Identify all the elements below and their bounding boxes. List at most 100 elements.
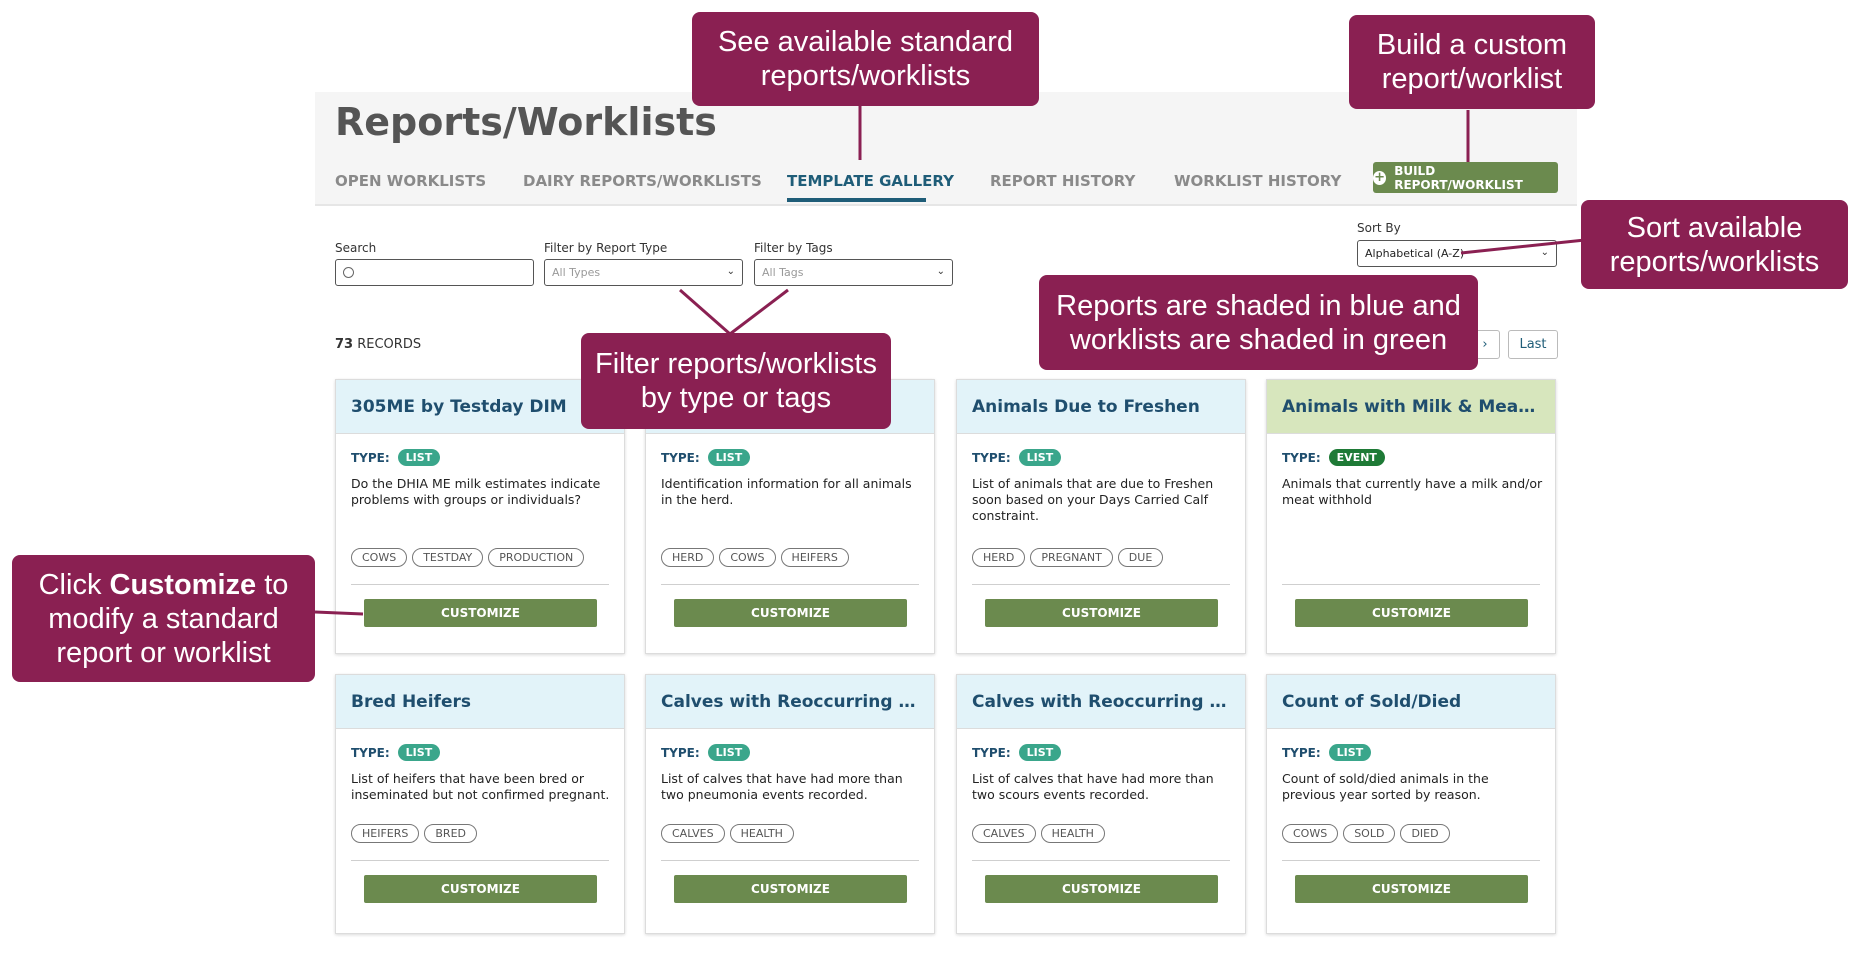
tag-chip: HERD: [972, 548, 1026, 567]
customize-button[interactable]: CUSTOMIZE: [1295, 599, 1528, 627]
card-title[interactable]: Animals with Milk & Meat Wit...: [1267, 380, 1555, 434]
card-description: Count of sold/died animals in the previo…: [1282, 771, 1489, 802]
tag-chip: PRODUCTION: [488, 548, 585, 567]
tag-chip: HEIFERS: [780, 548, 849, 567]
callout-standard-reports: See available standard reports/worklists: [692, 12, 1039, 106]
template-card: Calves with Reoccurring Pneu... TYPE: LIST…: [645, 674, 935, 934]
type-label: TYPE:: [351, 745, 390, 760]
type-label: TYPE:: [351, 450, 390, 465]
tag-chip: BRED: [424, 824, 477, 843]
search-input[interactable]: [335, 259, 534, 286]
tag-chip: DIED: [1400, 824, 1450, 843]
customize-button[interactable]: CUSTOMIZE: [985, 599, 1218, 627]
card-divider: [1282, 584, 1540, 585]
card-description: Animals that currently have a milk and/o…: [1282, 476, 1543, 507]
records-number: 73: [335, 337, 354, 352]
card-divider: [661, 584, 919, 585]
search-label: Search: [335, 241, 377, 255]
type-badge: LIST: [397, 744, 441, 761]
tab-report-history[interactable]: REPORT HISTORY: [990, 172, 1135, 190]
type-label: TYPE:: [661, 450, 700, 465]
card-description: List of animals that are due to Freshen …: [972, 476, 1214, 523]
chevron-down-icon: ⌄: [726, 266, 735, 277]
card-title[interactable]: Bred Heifers: [336, 675, 624, 729]
card-title-text: Bred Heifers: [351, 691, 471, 712]
card-type-row: TYPE: LIST: [972, 449, 1062, 466]
tag-chip: TESTDAY: [412, 548, 484, 567]
card-tags: COWS SOLD DIED: [1282, 824, 1450, 843]
card-divider: [351, 860, 609, 861]
tab-template-gallery[interactable]: TEMPLATE GALLERY: [787, 172, 954, 190]
tag-chip: PREGNANT: [1030, 548, 1113, 567]
tag-chip: SOLD: [1343, 824, 1396, 843]
card-type-row: TYPE: LIST: [972, 744, 1062, 761]
connector-line: [729, 288, 789, 336]
report-type-select[interactable]: All Types ⌄: [544, 259, 743, 286]
tag-chip: DUE: [1117, 548, 1164, 567]
search-icon: [343, 267, 354, 278]
tags-filter-label: Filter by Tags: [754, 241, 833, 255]
template-card: Calves with Reoccurring Scours TYPE: LIST L…: [956, 674, 1246, 934]
card-title-text: Animals Due to Freshen: [972, 396, 1200, 417]
card-title-text: Count of Sold/Died: [1282, 691, 1462, 712]
customize-button[interactable]: CUSTOMIZE: [674, 599, 907, 627]
callout-custom-report: Build a custom report/worklist: [1349, 15, 1595, 109]
records-count: 73 RECORDS: [335, 337, 421, 352]
tab-dairy-reports-worklists[interactable]: DAIRY REPORTS/WORKLISTS: [523, 172, 762, 190]
template-card: Animals Due to Freshen TYPE: LIST List of a…: [956, 379, 1246, 654]
callout-customize-pre: Click: [38, 568, 110, 601]
card-description: List of heifers that have been bred or i…: [351, 771, 610, 802]
card-divider: [661, 860, 919, 861]
customize-button[interactable]: CUSTOMIZE: [364, 599, 597, 627]
card-title[interactable]: Calves with Reoccurring Pneu...: [646, 675, 934, 729]
customize-button[interactable]: CUSTOMIZE: [985, 875, 1218, 903]
customize-button[interactable]: CUSTOMIZE: [364, 875, 597, 903]
callout-shading: Reports are shaded in blue and worklists…: [1039, 275, 1478, 370]
type-badge: LIST: [397, 449, 441, 466]
card-type-row: TYPE: LIST: [351, 744, 441, 761]
customize-button[interactable]: CUSTOMIZE: [1295, 875, 1528, 903]
card-divider: [351, 584, 609, 585]
tab-open-worklists[interactable]: OPEN WORKLISTS: [335, 172, 486, 190]
last-page-button[interactable]: Last: [1508, 330, 1558, 359]
page-title: Reports/Worklists: [335, 100, 717, 144]
callout-filter: Filter reports/worklists by type or tags: [581, 333, 891, 429]
card-description: Do the DHIA ME milk estimates indicate p…: [351, 476, 601, 507]
card-title[interactable]: Calves with Reoccurring Scours: [957, 675, 1245, 729]
callout-sort: Sort available reports/worklists: [1581, 200, 1848, 289]
card-tags: CALVES HEALTH: [972, 824, 1105, 843]
type-label: TYPE:: [661, 745, 700, 760]
tag-chip: COWS: [719, 548, 776, 567]
callout-customize: Click Customize to modify a standard rep…: [12, 555, 315, 682]
build-report-worklist-button[interactable]: + BUILD REPORT/WORKLIST: [1373, 162, 1558, 193]
tags-value: All Tags: [762, 266, 804, 279]
card-divider: [972, 584, 1230, 585]
type-badge: LIST: [1018, 744, 1062, 761]
card-type-row: TYPE: LIST: [351, 449, 441, 466]
card-tags: COWS TESTDAY PRODUCTION: [351, 548, 585, 567]
connector-line: [679, 288, 731, 336]
type-badge: EVENT: [1328, 449, 1385, 466]
card-title-text: Animals with Milk & Meat Wit...: [1282, 396, 1540, 417]
tag-chip: CALVES: [661, 824, 725, 843]
tag-chip: COWS: [1282, 824, 1339, 843]
type-label: TYPE:: [972, 450, 1011, 465]
card-divider: [1282, 860, 1540, 861]
type-badge: LIST: [707, 744, 751, 761]
customize-button[interactable]: CUSTOMIZE: [674, 875, 907, 903]
tags-select[interactable]: All Tags ⌄: [754, 259, 953, 286]
card-type-row: TYPE: EVENT: [1282, 449, 1385, 466]
tab-worklist-history[interactable]: WORKLIST HISTORY: [1174, 172, 1341, 190]
card-title[interactable]: Animals Due to Freshen: [957, 380, 1245, 434]
tag-chip: HEALTH: [1040, 824, 1105, 843]
card-divider: [972, 860, 1230, 861]
type-badge: LIST: [707, 449, 751, 466]
card-title[interactable]: Count of Sold/Died: [1267, 675, 1555, 729]
records-label: RECORDS: [357, 337, 422, 352]
card-tags: HEIFERS BRED: [351, 824, 477, 843]
type-badge: LIST: [1018, 449, 1062, 466]
sort-select[interactable]: Alphabetical (A-Z) ⌄: [1357, 240, 1557, 267]
chevron-down-icon: ⌄: [936, 266, 945, 277]
card-title-text: Calves with Reoccurring Scours: [972, 691, 1230, 712]
type-label: TYPE:: [972, 745, 1011, 760]
